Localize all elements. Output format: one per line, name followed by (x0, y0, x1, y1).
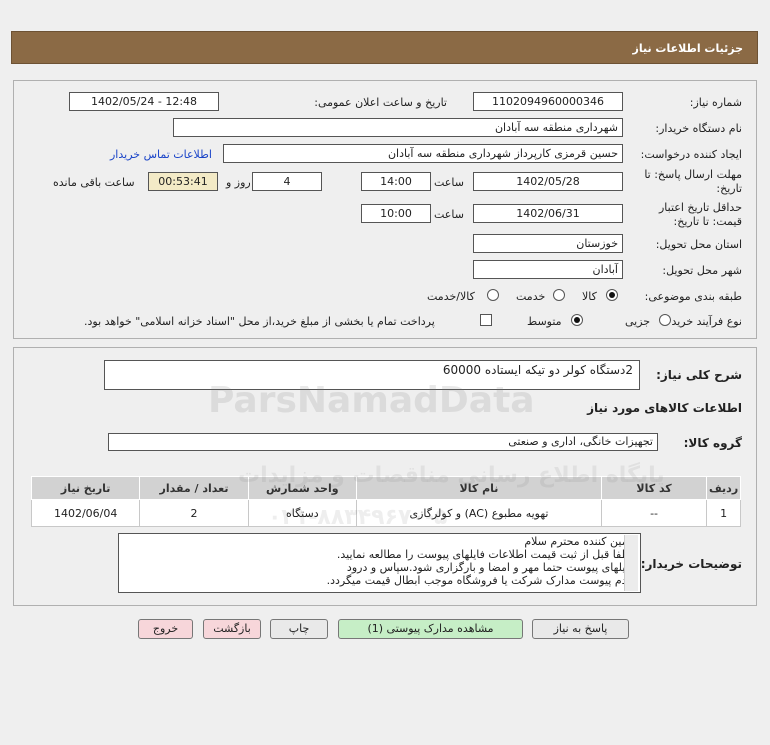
cell-code: -- (600, 499, 708, 527)
announce-label: تاریخ و ساعت اعلان عمومی: (314, 96, 447, 109)
reply-button[interactable]: پاسخ به نیاز (532, 619, 629, 639)
buyer-org-field[interactable]: شهرداری منطقه سه آبادان (173, 118, 623, 137)
col-date: تاریخ نیاز (30, 476, 141, 500)
process-medium-label: متوسط (527, 315, 562, 328)
treasury-payment-note: پرداخت تمام یا بخشی از مبلغ خرید،از محل … (84, 315, 435, 328)
col-row: ردیف (706, 476, 741, 500)
goods-table: ردیف کد کالا نام کالا واحد شمارش تعداد /… (30, 476, 741, 527)
validity-label-2: قیمت: تا تاریخ: (673, 215, 742, 228)
col-name: نام کالا (355, 476, 602, 500)
need-number-label: شماره نیاز: (689, 96, 742, 109)
process-label: نوع فرآیند خرید : (664, 315, 742, 328)
remaining-days-field[interactable]: 4 (252, 172, 322, 191)
requester-field[interactable]: حسین قرمزی کارپرداز شهرداری منطقه سه آبا… (223, 144, 623, 163)
cell-date: 1402/06/04 (30, 499, 141, 527)
announce-field[interactable]: 1402/05/24 - 12:48 (69, 92, 219, 111)
need-number-field[interactable]: 1102094960000346 (473, 92, 623, 111)
process-medium-radio[interactable] (571, 314, 583, 326)
buyer-org-label: نام دستگاه خریدار: (655, 122, 742, 135)
col-quantity: تعداد / مقدار (139, 476, 249, 500)
deadline-label: مهلت ارسال پاسخ: تا (644, 168, 742, 181)
goods-group-label: گروه کالا: (683, 436, 742, 450)
validity-time-field[interactable]: 10:00 (361, 204, 431, 223)
validity-label: حداقل تاریخ اعتبار (658, 201, 742, 214)
need-description-field[interactable]: 2دستگاه کولر دو تیکه ایستاده 60000 (104, 360, 640, 390)
cell-row: 1 (706, 499, 741, 527)
deadline-time-label: ساعت (434, 176, 464, 189)
deadline-label-2: تاریخ: (716, 182, 742, 195)
cell-unit: دستگاه (247, 499, 357, 527)
print-button[interactable]: چاپ (270, 619, 328, 639)
contact-buyer-link[interactable]: اطلاعات تماس خریدار (110, 148, 212, 161)
category-service-label: خدمت (516, 290, 546, 303)
back-button[interactable]: بازگشت (203, 619, 261, 639)
cell-name: تهویه مطبوع (AC) و کولرگازی (355, 499, 602, 527)
process-minor-radio[interactable] (659, 314, 671, 326)
province-field[interactable]: خوزستان (473, 234, 623, 253)
category-goods-label: کالا (582, 290, 597, 303)
deadline-time-field[interactable]: 14:00 (361, 172, 431, 191)
need-description-label: شرح کلی نیاز: (656, 368, 742, 382)
category-both-radio[interactable] (487, 289, 499, 301)
deadline-date-field[interactable]: 1402/05/28 (473, 172, 623, 191)
city-field[interactable]: آبادان (473, 260, 623, 279)
goods-group-field[interactable]: تجهیزات خانگی، اداری و صنعتی (108, 433, 658, 451)
view-attachments-button[interactable]: مشاهده مدارک پیوستی (1) (338, 619, 523, 639)
cell-quantity: 2 (139, 499, 249, 527)
notes-line: تامین کننده محترم سلام (524, 535, 634, 548)
goods-info-header: اطلاعات کالاهای مورد نیاز (587, 401, 742, 415)
category-goods-radio[interactable] (606, 289, 618, 301)
notes-scrollbar[interactable] (624, 535, 638, 591)
notes-line: فایلهای پیوست حتما مهر و امضا و بارگزاری… (346, 561, 634, 574)
remaining-time-field: 00:53:41 (148, 172, 218, 191)
exit-button[interactable]: خروج (138, 619, 193, 639)
category-both-label: کالا/خدمت (427, 290, 475, 303)
category-service-radio[interactable] (553, 289, 565, 301)
buyer-notes-label: توضیحات خریدار: (640, 557, 742, 571)
validity-time-label: ساعت (434, 208, 464, 221)
process-minor-label: جزیی (625, 315, 651, 328)
city-label: شهر محل تحویل: (662, 264, 742, 277)
table-row[interactable]: 1 -- تهویه مطبوع (AC) و کولرگازی دستگاه … (30, 499, 741, 527)
buyer-notes-field[interactable]: تامین کننده محترم سلام لطفا قبل از ثبت ق… (118, 533, 641, 593)
col-code: کد کالا (600, 476, 708, 500)
category-label: طبقه بندی موضوعی: (644, 290, 742, 303)
notes-line: لطفا قبل از ثبت قیمت اطلاعات فایلهای پیو… (336, 548, 634, 561)
treasury-payment-checkbox[interactable] (480, 314, 492, 326)
requester-label: ایجاد کننده درخواست: (640, 148, 742, 161)
page-title: جزئیات اطلاعات نیاز (11, 31, 758, 64)
validity-date-field[interactable]: 1402/06/31 (473, 204, 623, 223)
notes-line: عدم پیوست مدارک شرکت یا فروشگاه موجب ابط… (326, 574, 634, 587)
remaining-label: ساعت باقی مانده (53, 176, 135, 189)
province-label: استان محل تحویل: (655, 238, 742, 251)
col-unit: واحد شمارش (247, 476, 357, 500)
days-label: روز و (226, 176, 251, 189)
